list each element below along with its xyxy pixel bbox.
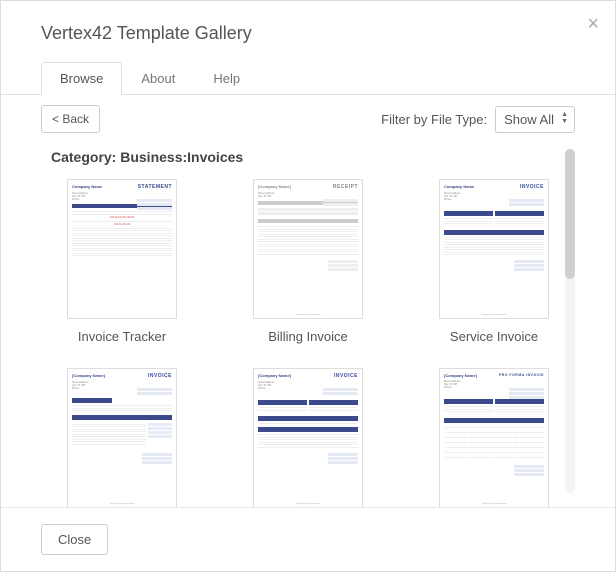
template-item[interactable]: [Company Name] INVOICE Street AddressCit… [51,368,193,508]
filter-select[interactable]: Show All ▲▼ [495,106,575,133]
template-thumbnail: Company Name STATEMENT Street AddressCit… [67,179,177,319]
template-item[interactable]: [Company Name] RECEIPT Street AddressCit… [237,179,379,344]
template-thumbnail: [Company Name] PRO FORMA INVOICE Street … [439,368,549,508]
tab-help[interactable]: Help [194,62,259,95]
filter-label: Filter by File Type: [381,112,487,127]
tab-about[interactable]: About [122,62,194,95]
footer: Close [1,507,615,571]
close-icon[interactable]: × [587,13,599,36]
tab-bar: Browse About Help [1,62,615,95]
close-button[interactable]: Close [41,524,108,555]
template-label: Invoice Tracker [78,329,166,344]
filter-group: Filter by File Type: Show All ▲▼ [381,106,575,133]
gallery: Company Name STATEMENT Street AddressCit… [1,179,615,527]
template-thumbnail: [Company Name] INVOICE Street AddressCit… [253,368,363,508]
template-label: Service Invoice [450,329,538,344]
template-thumbnail: [Company Name] RECEIPT Street AddressCit… [253,179,363,319]
updown-icon: ▲▼ [561,111,568,125]
template-item[interactable]: [Company Name] PRO FORMA INVOICE Street … [423,368,565,508]
template-item[interactable]: Company Name STATEMENT Street AddressCit… [51,179,193,344]
template-thumbnail: [Company Name] INVOICE Street AddressCit… [67,368,177,508]
template-label: Billing Invoice [268,329,348,344]
toolbar: < Back Filter by File Type: Show All ▲▼ [1,95,615,143]
dialog-title: Vertex42 Template Gallery [1,1,615,62]
filter-value: Show All [504,112,554,127]
template-thumbnail: Company Name INVOICE Street AddressCity,… [439,179,549,319]
category-heading: Category: Business:Invoices [1,143,615,179]
template-item[interactable]: [Company Name] INVOICE Street AddressCit… [237,368,379,508]
tab-browse[interactable]: Browse [41,62,122,95]
template-item[interactable]: Company Name INVOICE Street AddressCity,… [423,179,565,344]
back-button[interactable]: < Back [41,105,100,133]
